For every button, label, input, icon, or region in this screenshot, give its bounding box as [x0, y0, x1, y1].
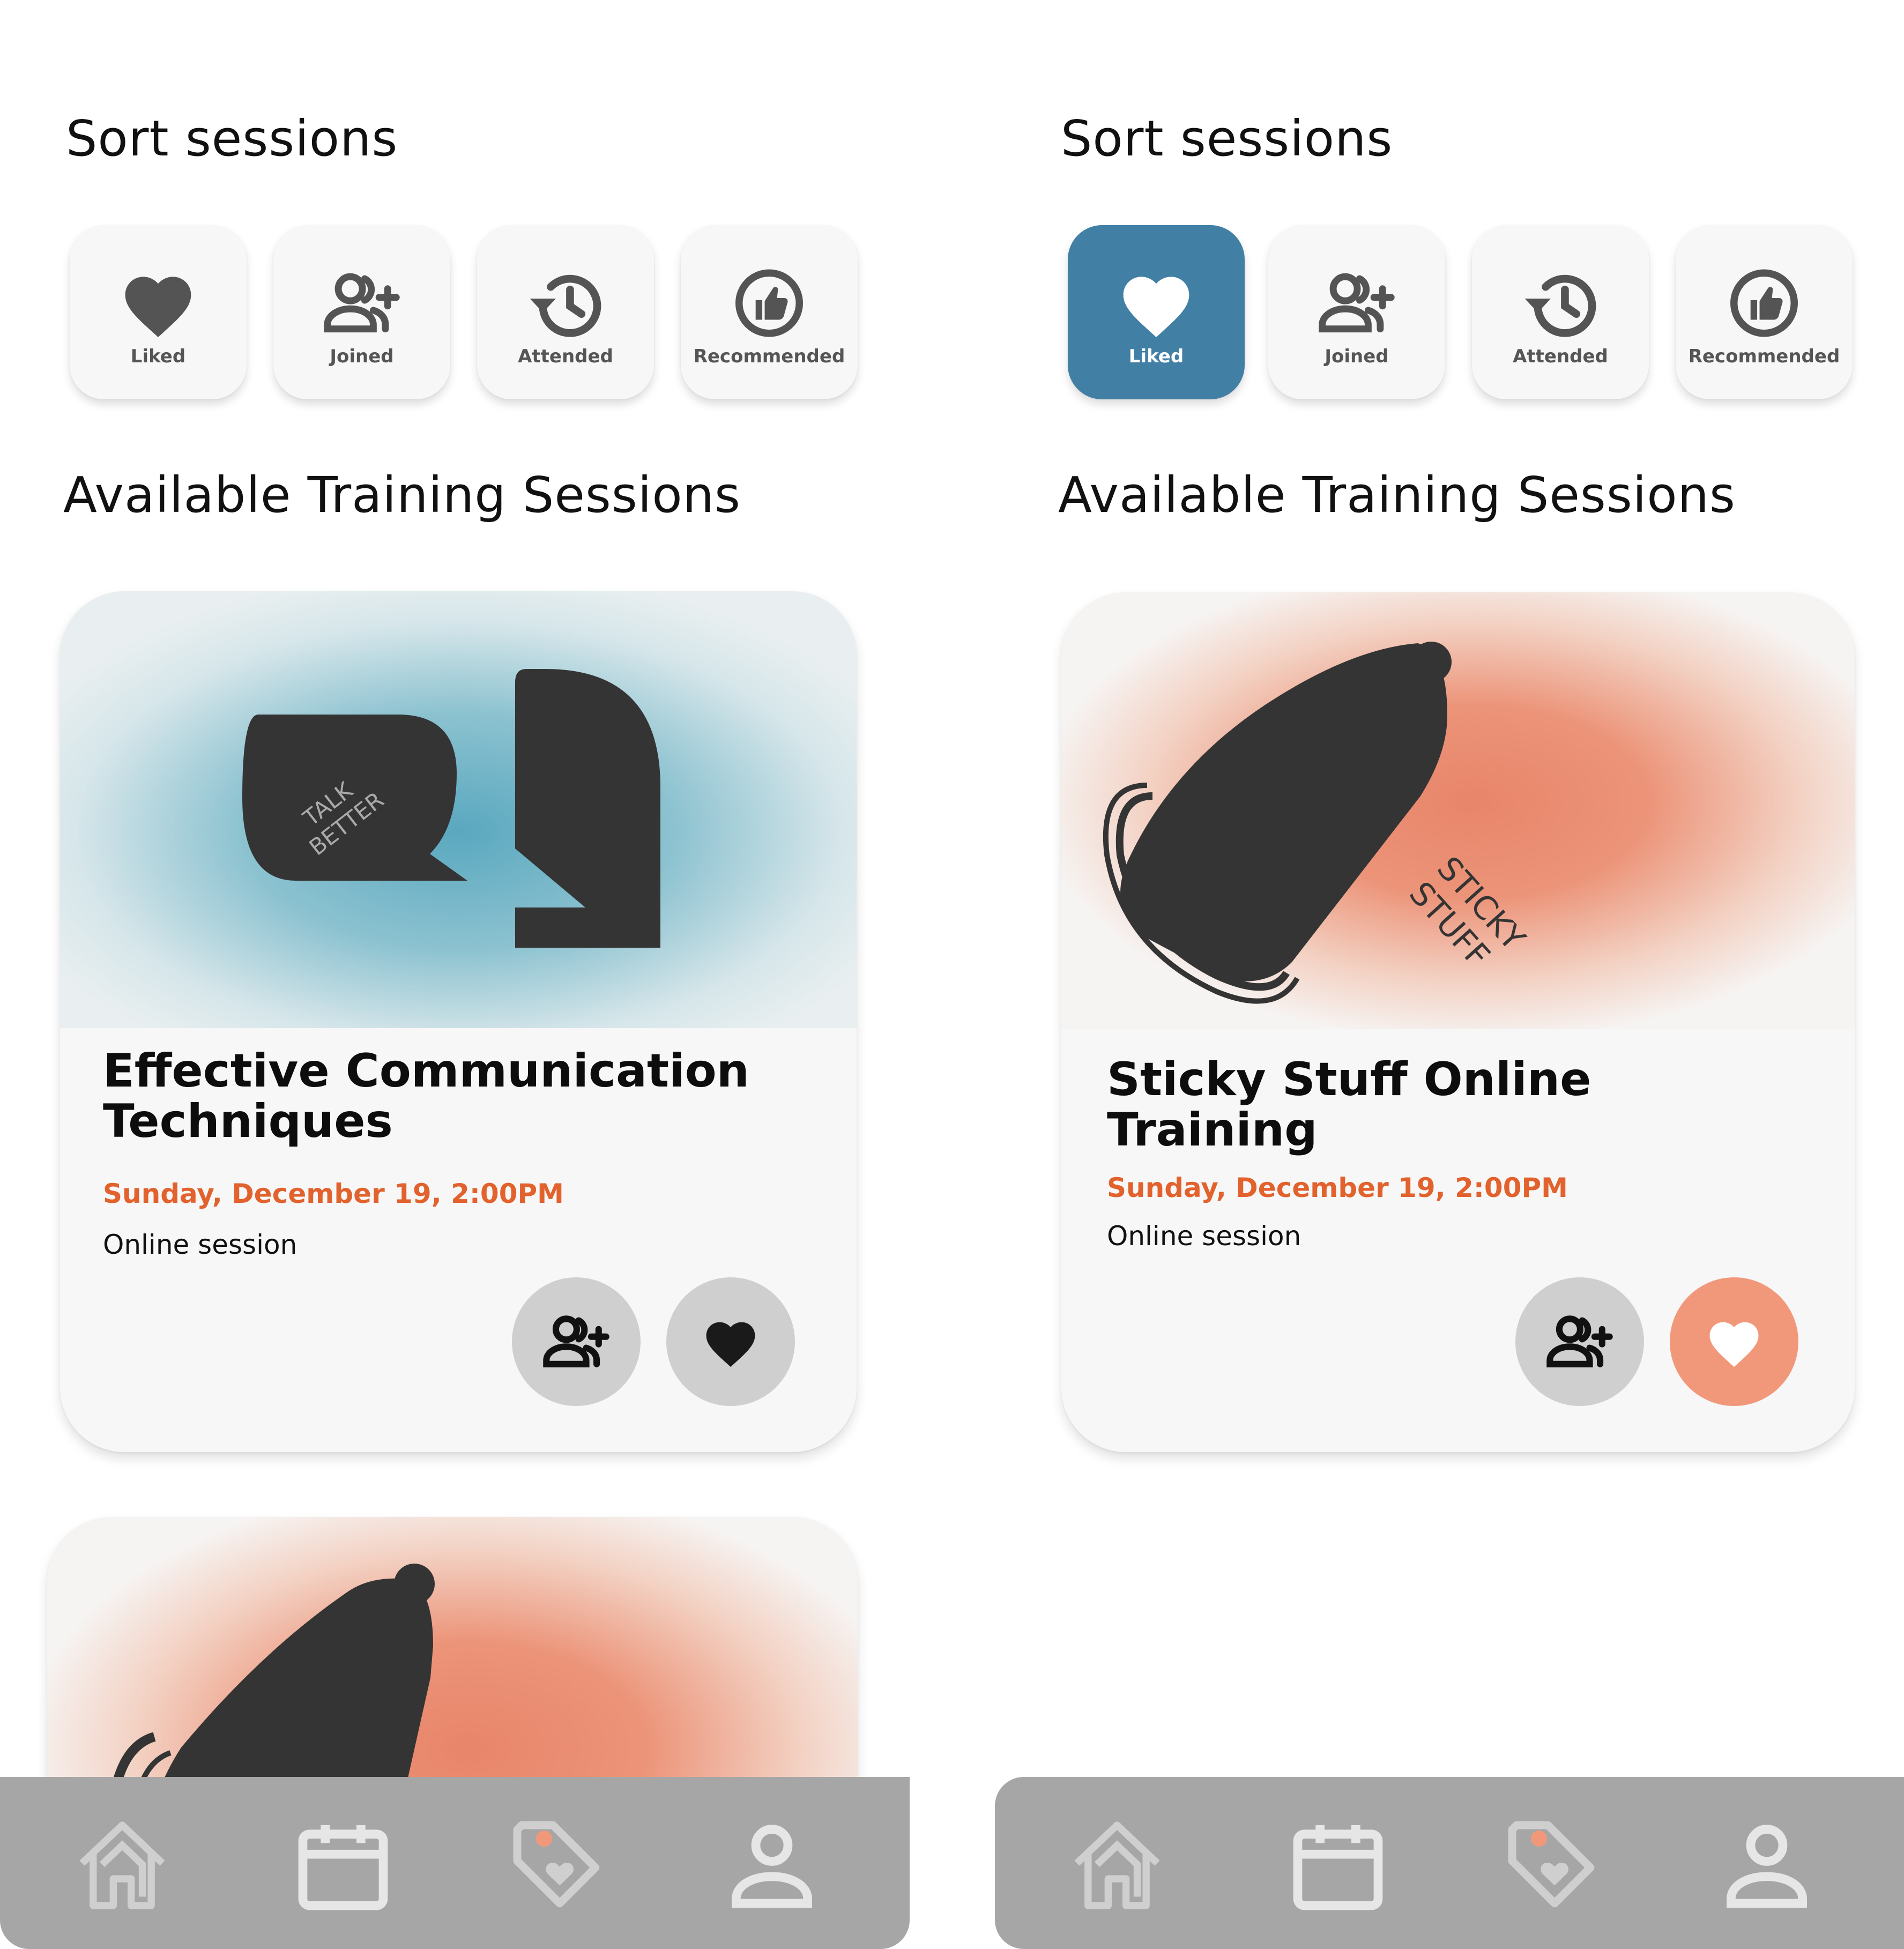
thumbs-up-icon: [1730, 269, 1798, 337]
sort-joined-label: Joined: [330, 346, 394, 367]
session-title-line-2: Training: [1107, 1103, 1318, 1157]
calendar-icon: [1293, 1825, 1383, 1910]
available-sessions-title: Available Training Sessions: [63, 466, 741, 524]
tag-heart-icon: [1508, 1821, 1595, 1908]
session-title: Effective Communication Techniques: [103, 1046, 749, 1147]
session-card[interactable]: STICKY STUFF Sticky Stuff Online Trainin…: [1061, 592, 1855, 1452]
heart-icon: [1709, 1322, 1759, 1367]
like-session-button[interactable]: [1670, 1277, 1798, 1406]
left-screen: Sort sessions Liked Joined Attended Reco…: [0, 0, 911, 1949]
session-date: Sunday, December 19, 2:00PM: [103, 1178, 564, 1209]
join-session-button[interactable]: [512, 1277, 641, 1406]
sort-recommended-label: Recommended: [1688, 346, 1840, 367]
profile-icon: [732, 1825, 812, 1908]
bottom-navigation: [995, 1777, 1904, 1949]
sort-recommended-label: Recommended: [693, 346, 845, 367]
session-date: Sunday, December 19, 2:00PM: [1107, 1172, 1568, 1203]
available-sessions-title: Available Training Sessions: [1058, 466, 1736, 524]
heart-icon: [1123, 277, 1189, 338]
heart-icon: [706, 1322, 755, 1367]
talk-better-illustration: TALK BETTER: [60, 591, 857, 1028]
nav-home[interactable]: [1063, 1812, 1171, 1919]
add-user-icon: [543, 1315, 609, 1367]
heart-icon: [125, 277, 191, 338]
sort-attended-button[interactable]: Attended: [1472, 225, 1649, 399]
sort-joined-button[interactable]: Joined: [273, 225, 450, 399]
nav-offers[interactable]: [504, 1812, 611, 1919]
session-location: Online session: [1107, 1221, 1301, 1252]
add-user-icon: [1546, 1315, 1613, 1367]
add-user-icon: [1319, 273, 1395, 333]
nav-profile[interactable]: [1713, 1812, 1820, 1919]
thumbs-up-icon: [735, 269, 803, 337]
sort-sessions-title: Sort sessions: [1061, 110, 1393, 167]
session-card[interactable]: TALK BETTER Effective Communication Tech…: [60, 591, 857, 1452]
sort-recommended-button[interactable]: Recommended: [1676, 225, 1853, 399]
session-title: Sticky Stuff Online Training: [1107, 1054, 1591, 1155]
add-user-icon: [324, 273, 400, 333]
profile-icon: [1727, 1825, 1807, 1908]
history-icon: [530, 274, 601, 337]
tag-heart-icon: [513, 1821, 600, 1908]
sort-joined-label: Joined: [1325, 346, 1389, 367]
home-icon: [79, 1821, 165, 1909]
home-icon: [1074, 1821, 1160, 1909]
session-location: Online session: [103, 1229, 298, 1260]
nav-offers[interactable]: [1499, 1812, 1606, 1919]
sort-liked-button[interactable]: Liked: [70, 225, 247, 399]
sort-recommended-button[interactable]: Recommended: [681, 225, 858, 399]
like-session-button[interactable]: [666, 1277, 795, 1406]
sort-liked-label: Liked: [130, 346, 186, 367]
nav-home[interactable]: [69, 1812, 176, 1919]
sort-attended-button[interactable]: Attended: [477, 225, 654, 399]
calendar-icon: [298, 1825, 388, 1910]
sort-attended-label: Attended: [1513, 346, 1608, 367]
join-session-button[interactable]: [1515, 1277, 1644, 1406]
session-title-line-1: Effective Communication: [103, 1044, 749, 1098]
nav-profile[interactable]: [718, 1812, 825, 1919]
sort-sessions-title: Sort sessions: [66, 110, 398, 167]
sort-attended-label: Attended: [518, 346, 613, 367]
nav-calendar[interactable]: [1284, 1812, 1392, 1919]
sticky-stuff-illustration: STICKY STUFF: [1061, 592, 1855, 1029]
session-title-line-1: Sticky Stuff Online: [1107, 1053, 1591, 1106]
session-title-line-2: Techniques: [103, 1095, 393, 1148]
sort-joined-button[interactable]: Joined: [1268, 225, 1445, 399]
bottom-navigation: [0, 1777, 910, 1949]
sort-liked-label: Liked: [1128, 346, 1184, 367]
nav-calendar[interactable]: [289, 1812, 397, 1919]
sort-liked-button[interactable]: Liked: [1068, 225, 1245, 399]
history-icon: [1524, 274, 1596, 337]
right-screen: Sort sessions Liked Joined Attended Reco…: [995, 0, 1904, 1949]
